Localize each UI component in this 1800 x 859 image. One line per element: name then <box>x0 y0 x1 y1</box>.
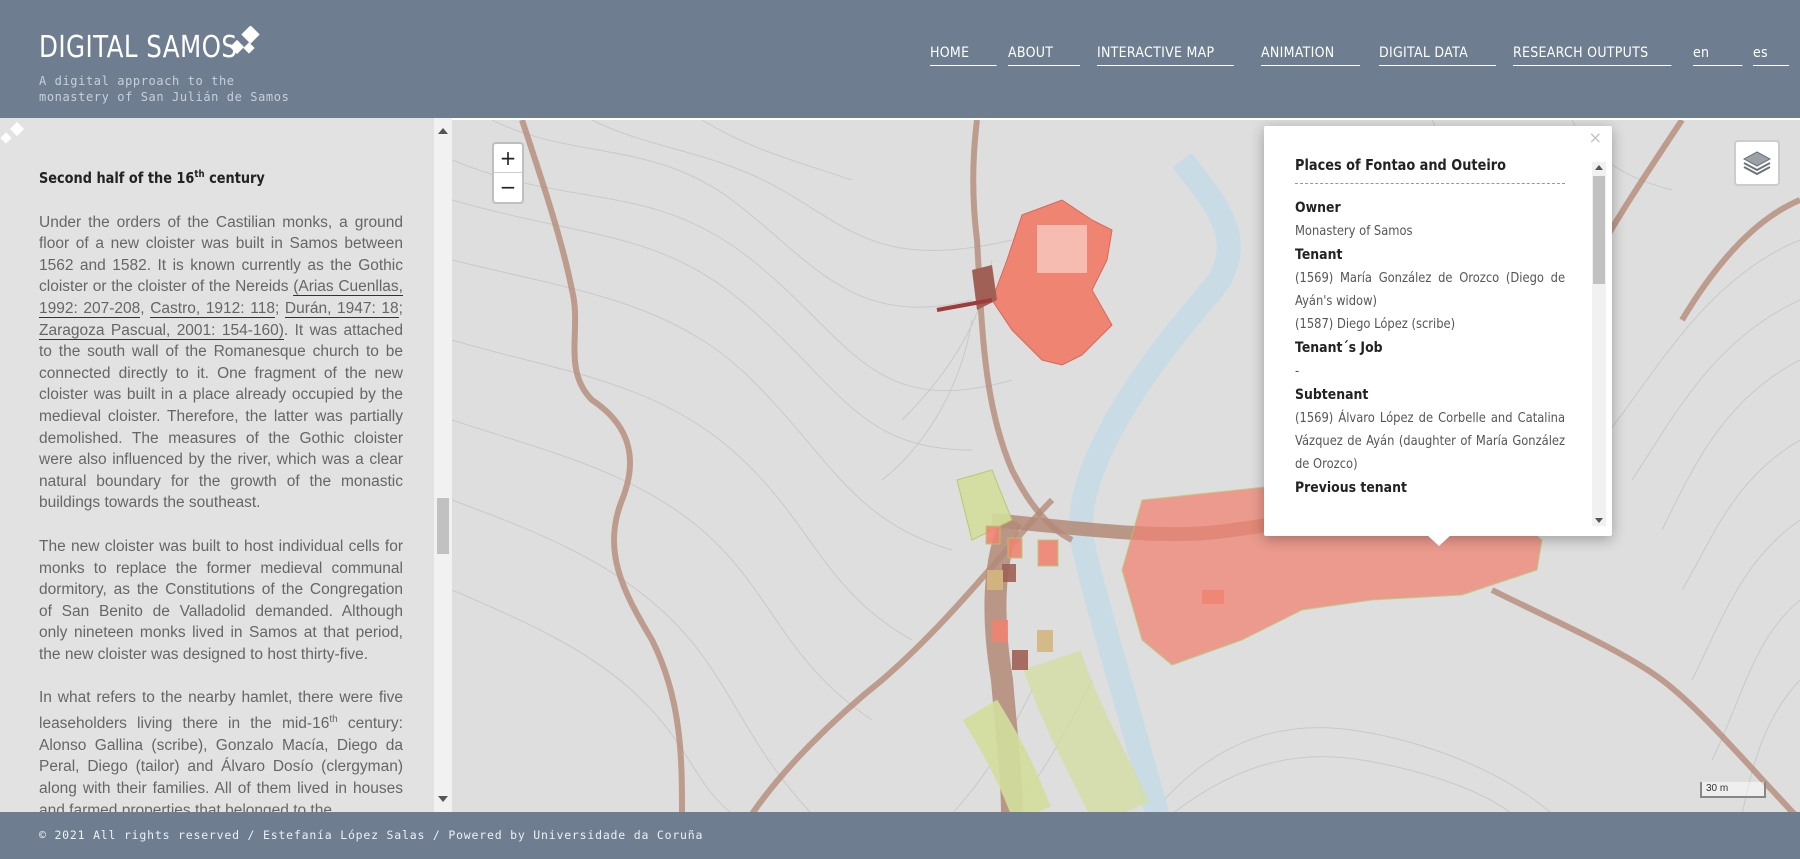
section-heading: Second half of the 16th century <box>39 164 352 190</box>
subtenant-label: Subtenant <box>1295 387 1369 403</box>
interactive-map[interactable]: + − 30 m × Places of Fontao and Outeiro … <box>452 118 1800 812</box>
lang-en-link[interactable]: en <box>1693 45 1743 66</box>
heading-tail: century <box>204 169 265 187</box>
popup-scrollbar[interactable] <box>1592 162 1606 526</box>
logo-diamond-icon <box>230 26 260 55</box>
subtenant-value: (1569) Álvaro López de Corbelle and Cata… <box>1295 411 1565 472</box>
popup-content: Places of Fontao and Outeiro Owner Monas… <box>1295 156 1565 520</box>
tenant-value: (1587) Diego López (scribe) <box>1295 317 1456 332</box>
corner-diamond-icon <box>0 122 25 144</box>
site-footer: © 2021 All rights reserved / Estefanía L… <box>0 812 1800 859</box>
separator: ; <box>398 299 403 317</box>
scroll-thumb[interactable] <box>437 498 449 554</box>
paragraph: Under the orders of the Castilian monks,… <box>39 212 403 514</box>
owner-label: Owner <box>1295 200 1341 216</box>
nav-interactive-map[interactable]: INTERACTIVE MAP <box>1097 45 1234 66</box>
sidebar-text: Second half of the 16th century Under th… <box>39 164 403 812</box>
heading-text: Second half of the 16 <box>39 169 195 187</box>
scroll-thumb[interactable] <box>1593 176 1605 284</box>
zoom-out-button[interactable]: − <box>494 173 522 202</box>
site-header: DIGITAL SAMOS A digital approach to the … <box>0 0 1800 118</box>
paragraph: In what refers to the nearby hamlet, the… <box>39 687 403 812</box>
layers-button[interactable] <box>1734 140 1780 186</box>
paragraph-text: . It was attached to the south wall of t… <box>39 321 403 512</box>
scroll-down-icon[interactable] <box>438 796 448 802</box>
nav-home[interactable]: HOME <box>930 45 997 66</box>
scroll-up-icon[interactable] <box>1595 165 1603 170</box>
site-subtitle-line: A digital approach to the <box>39 74 235 88</box>
heading-sup: th <box>194 169 205 180</box>
popup-divider <box>1295 183 1565 184</box>
popup-title: Places of Fontao and Outeiro <box>1295 156 1507 174</box>
sup-text: th <box>329 714 338 726</box>
popup-tip <box>1426 534 1452 546</box>
citation-link[interactable]: Zaragoza Pascual, 2001: 154-160) <box>39 321 284 340</box>
scroll-down-icon[interactable] <box>1595 518 1603 523</box>
narrative-sidebar: Second half of the 16th century Under th… <box>0 118 452 812</box>
site-subtitle-line: monastery of San Julián de Samos <box>39 90 290 104</box>
citation-link[interactable]: Castro, 1912: 118 <box>150 299 275 318</box>
zoom-in-button[interactable]: + <box>494 144 522 173</box>
feature-popup: × Places of Fontao and Outeiro Owner Mon… <box>1264 126 1612 546</box>
citation-link[interactable]: Durán, 1947: 18 <box>284 299 399 318</box>
zoom-control: + − <box>492 142 524 204</box>
scroll-up-icon[interactable] <box>438 128 448 134</box>
tenant-value: (1569) María González de Orozco (Diego d… <box>1295 271 1565 309</box>
paragraph: The new cloister was built to host indiv… <box>39 537 403 663</box>
sidebar-scrollbar[interactable] <box>434 118 452 812</box>
tenant-label: Tenant <box>1295 247 1343 263</box>
tenant-job-value: - <box>1295 364 1300 379</box>
popup-close-button[interactable]: × <box>1589 128 1602 147</box>
tenant-job-label: Tenant´s Job <box>1295 340 1383 356</box>
separator: , <box>140 299 151 317</box>
copyright-text: © 2021 All rights reserved / Estefanía L… <box>39 828 704 842</box>
nav-digital-data[interactable]: DIGITAL DATA <box>1379 45 1496 66</box>
layers-icon <box>1742 151 1772 176</box>
site-subtitle: A digital approach to the monastery of S… <box>39 73 289 105</box>
nav-research-outputs[interactable]: RESEARCH OUTPUTS <box>1513 45 1672 66</box>
nav-about[interactable]: ABOUT <box>1008 45 1080 66</box>
previous-tenant-label: Previous tenant <box>1295 480 1407 496</box>
site-title[interactable]: DIGITAL SAMOS <box>39 30 237 65</box>
owner-value: Monastery of Samos <box>1295 224 1413 239</box>
separator: ; <box>274 299 285 317</box>
nav-animation[interactable]: ANIMATION <box>1261 45 1360 66</box>
lang-es-link[interactable]: es <box>1753 45 1789 66</box>
map-scale-bar: 30 m <box>1700 782 1766 798</box>
